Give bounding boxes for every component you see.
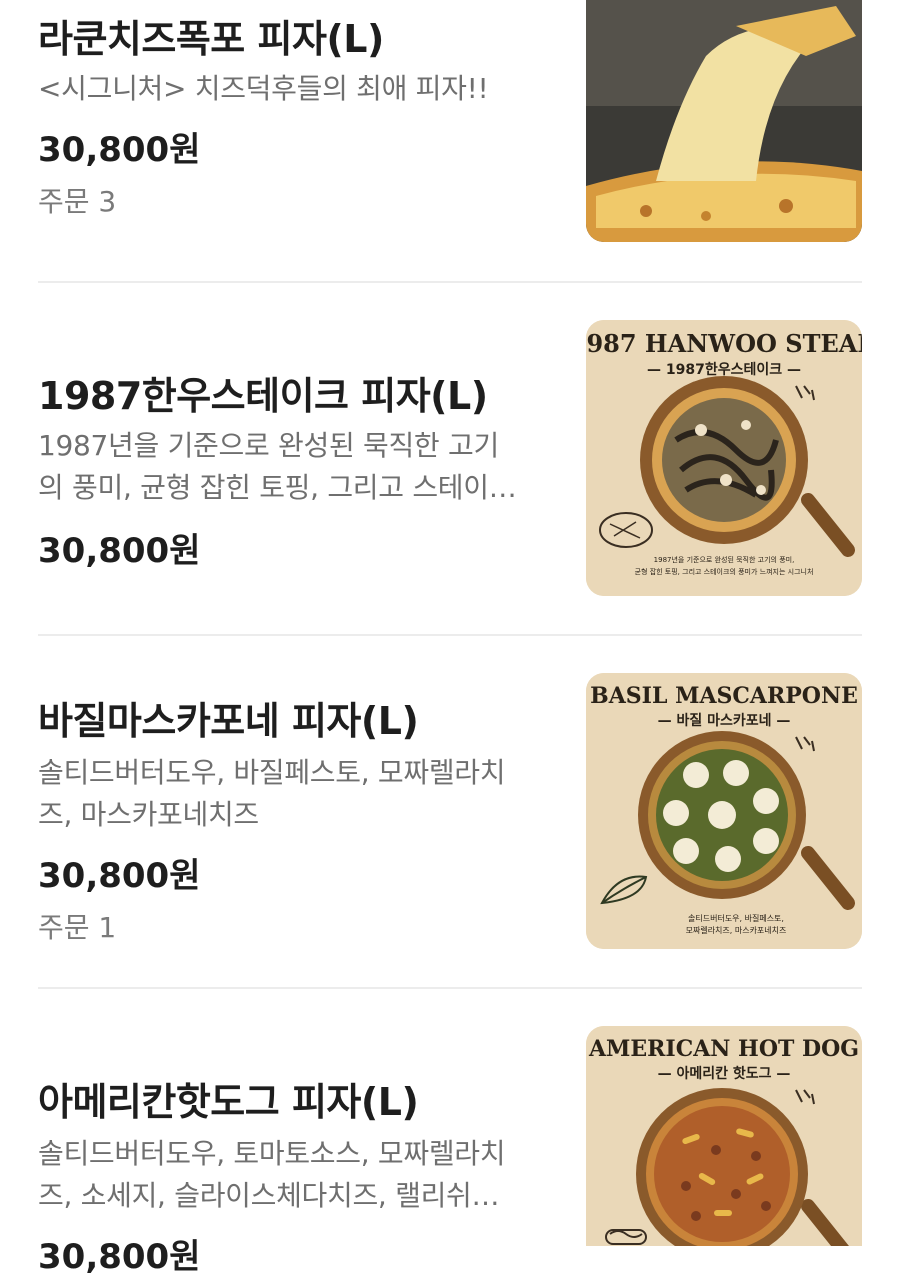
item-poster[interactable]: 1987 HANWOO STEAK — 1987한우스테이크 — 1987년을 … [586, 320, 862, 596]
item-name: 1987한우스테이크 피자(L) [38, 374, 488, 418]
item-price: 30,800원 [38, 856, 201, 896]
item-description: 솔티드버터도우, 바질페스토, 모짜렐라치 즈, 마스카포네치즈 [38, 756, 506, 831]
order-count: 주문 3 [38, 185, 117, 218]
menu-item-american-hotdog[interactable]: 아메리칸핫도그 피자(L) 솔티드버터도우, 토마토소스, 모짜렐라치 즈, 소… [0, 989, 900, 1277]
poster-subtitle: — 1987한우스테이크 — [647, 361, 801, 378]
menu-item-raccoon-cheese[interactable]: 라쿤치즈폭포 피자(L) <시그니처> 치즈덕후들의 최애 피자!! 30,80… [0, 0, 900, 282]
poster-title: BASIL MASCARPONE [590, 683, 858, 709]
item-name: 바질마스카포네 피자(L) [38, 699, 419, 743]
poster-caption: 1987년을 기준으로 완성된 묵직한 고기의 풍미, [654, 555, 795, 564]
item-name: 라쿤치즈폭포 피자(L) [38, 17, 384, 61]
menu-item-hanwoo-steak[interactable]: 1987한우스테이크 피자(L) 1987년을 기준으로 완성된 묵직한 고기 … [0, 283, 900, 635]
poster-subtitle: — 아메리칸 핫도그 — [658, 1065, 791, 1082]
item-poster[interactable]: BASIL MASCARPONE — 바질 마스카포네 — 솔티드버터도우, 바… [586, 673, 862, 949]
poster-title: 1987 HANWOO STEAK [586, 329, 862, 358]
poster-title: AMERICAN HOT DOG [588, 1036, 859, 1062]
item-price: 30,800원 [38, 531, 201, 571]
item-price: 30,800원 [38, 1237, 201, 1277]
item-description: 솔티드버터도우, 토마토소스, 모짜렐라치 즈, 소세지, 슬라이스체다치즈, … [38, 1137, 506, 1212]
item-name: 아메리칸핫도그 피자(L) [38, 1080, 419, 1124]
menu-item-basil-mascarpone[interactable]: 바질마스카포네 피자(L) 솔티드버터도우, 바질페스토, 모짜렐라치 즈, 마… [0, 636, 900, 988]
item-description: 1987년을 기준으로 완성된 묵직한 고기 의 풍미, 균형 잡힌 토핑, 그… [38, 429, 517, 504]
poster-caption: 균형 잡힌 토핑, 그리고 스테이크의 풍미가 느껴지는 시그니처 [635, 567, 814, 576]
item-price: 30,800원 [38, 130, 201, 170]
poster-caption: 모짜렐라치즈, 마스카포네치즈 [686, 926, 787, 935]
item-poster[interactable]: AMERICAN HOT DOG — 아메리칸 핫도그 — [586, 1026, 862, 1246]
poster-subtitle: — 바질 마스카포네 — [658, 713, 791, 729]
item-photo[interactable] [586, 0, 862, 242]
item-description: <시그니처> 치즈덕후들의 최애 피자!! [38, 72, 489, 105]
poster-caption: 솔티드버터도우, 바질페스토, [688, 913, 784, 923]
order-count: 주문 1 [38, 911, 117, 944]
